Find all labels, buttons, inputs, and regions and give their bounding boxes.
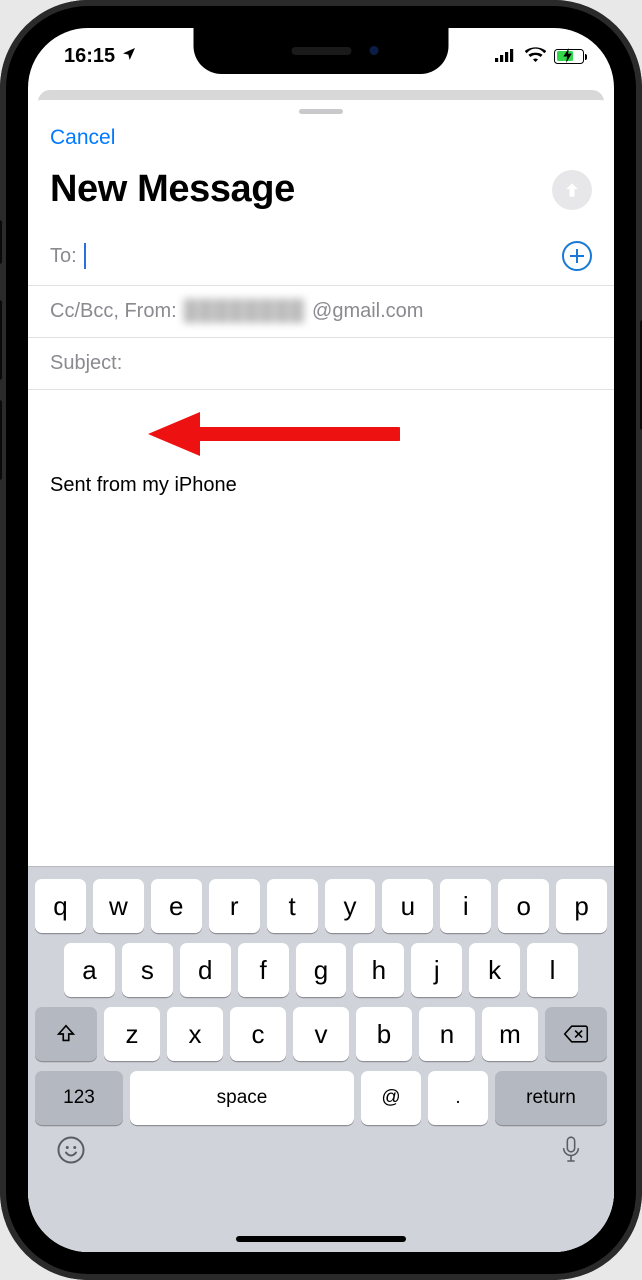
key-v[interactable]: v	[293, 1007, 349, 1061]
iphone-device-frame: 16:15	[0, 0, 642, 1280]
subject-field-row[interactable]: Subject:	[28, 338, 614, 390]
key-m[interactable]: m	[482, 1007, 538, 1061]
key-w[interactable]: w	[93, 879, 144, 933]
shift-key[interactable]	[35, 1007, 97, 1061]
key-s[interactable]: s	[122, 943, 173, 997]
key-c[interactable]: c	[230, 1007, 286, 1061]
ccbcc-from-field-row[interactable]: Cc/Bcc, From: ████████ @gmail.com	[28, 286, 614, 338]
key-k[interactable]: k	[469, 943, 520, 997]
cellular-icon	[495, 45, 517, 68]
key-row-4: 123 space @ . return	[28, 1071, 614, 1125]
key-j[interactable]: j	[411, 943, 462, 997]
to-label: To:	[50, 245, 77, 268]
key-b[interactable]: b	[356, 1007, 412, 1061]
send-button[interactable]	[552, 170, 592, 210]
subject-label: Subject:	[50, 352, 122, 375]
key-o[interactable]: o	[498, 879, 549, 933]
email-signature: Sent from my iPhone	[50, 474, 592, 497]
keyboard: qwertyuiop asdfghjkl zxcvbnm 123 space @…	[28, 866, 614, 1252]
key-x[interactable]: x	[167, 1007, 223, 1061]
key-p[interactable]: p	[556, 879, 607, 933]
key-n[interactable]: n	[419, 1007, 475, 1061]
key-e[interactable]: e	[151, 879, 202, 933]
key-d[interactable]: d	[180, 943, 231, 997]
key-t[interactable]: t	[267, 879, 318, 933]
keyboard-footer	[28, 1125, 614, 1167]
key-q[interactable]: q	[35, 879, 86, 933]
mute-switch	[0, 220, 2, 264]
charging-bolt-icon	[563, 48, 573, 66]
key-h[interactable]: h	[353, 943, 404, 997]
front-camera	[370, 46, 379, 55]
space-key[interactable]: space	[130, 1071, 354, 1125]
key-a[interactable]: a	[64, 943, 115, 997]
redacted-from-name: ████████	[184, 300, 305, 323]
sheet-grabber[interactable]	[299, 109, 343, 114]
from-domain: @gmail.com	[312, 300, 423, 323]
to-field-row[interactable]: To:	[28, 227, 614, 286]
period-key[interactable]: .	[428, 1071, 488, 1125]
key-r[interactable]: r	[209, 879, 260, 933]
key-u[interactable]: u	[382, 879, 433, 933]
key-z[interactable]: z	[104, 1007, 160, 1061]
status-time: 16:15	[64, 45, 115, 68]
screen: 16:15	[28, 28, 614, 1252]
key-row-2: asdfghjkl	[28, 943, 614, 997]
compose-sheet: Cancel New Message To: Cc/Bcc, From: ███…	[28, 100, 614, 1252]
earpiece-speaker	[291, 47, 351, 55]
key-y[interactable]: y	[325, 879, 376, 933]
key-g[interactable]: g	[296, 943, 347, 997]
ccbcc-from-label: Cc/Bcc, From:	[50, 300, 177, 323]
volume-down-button	[0, 400, 2, 480]
key-row-1: qwertyuiop	[28, 879, 614, 933]
title-row: New Message	[28, 156, 614, 227]
dictation-key[interactable]	[554, 1133, 588, 1167]
nav-row: Cancel	[28, 120, 614, 156]
page-title: New Message	[50, 168, 295, 211]
backspace-key[interactable]	[545, 1007, 607, 1061]
numbers-key[interactable]: 123	[35, 1071, 123, 1125]
wifi-icon	[525, 45, 546, 68]
battery-icon	[554, 49, 584, 64]
key-f[interactable]: f	[238, 943, 289, 997]
cancel-button[interactable]: Cancel	[50, 126, 115, 150]
add-contact-button[interactable]	[562, 241, 592, 271]
text-cursor	[84, 243, 86, 269]
key-i[interactable]: i	[440, 879, 491, 933]
home-indicator[interactable]	[236, 1236, 406, 1242]
key-l[interactable]: l	[527, 943, 578, 997]
volume-up-button	[0, 300, 2, 380]
notch	[194, 28, 449, 74]
arrow-up-icon	[562, 180, 582, 200]
key-row-3: zxcvbnm	[28, 1007, 614, 1061]
return-key[interactable]: return	[495, 1071, 607, 1125]
at-key[interactable]: @	[361, 1071, 421, 1125]
location-icon	[121, 45, 137, 68]
emoji-key[interactable]	[54, 1133, 88, 1167]
